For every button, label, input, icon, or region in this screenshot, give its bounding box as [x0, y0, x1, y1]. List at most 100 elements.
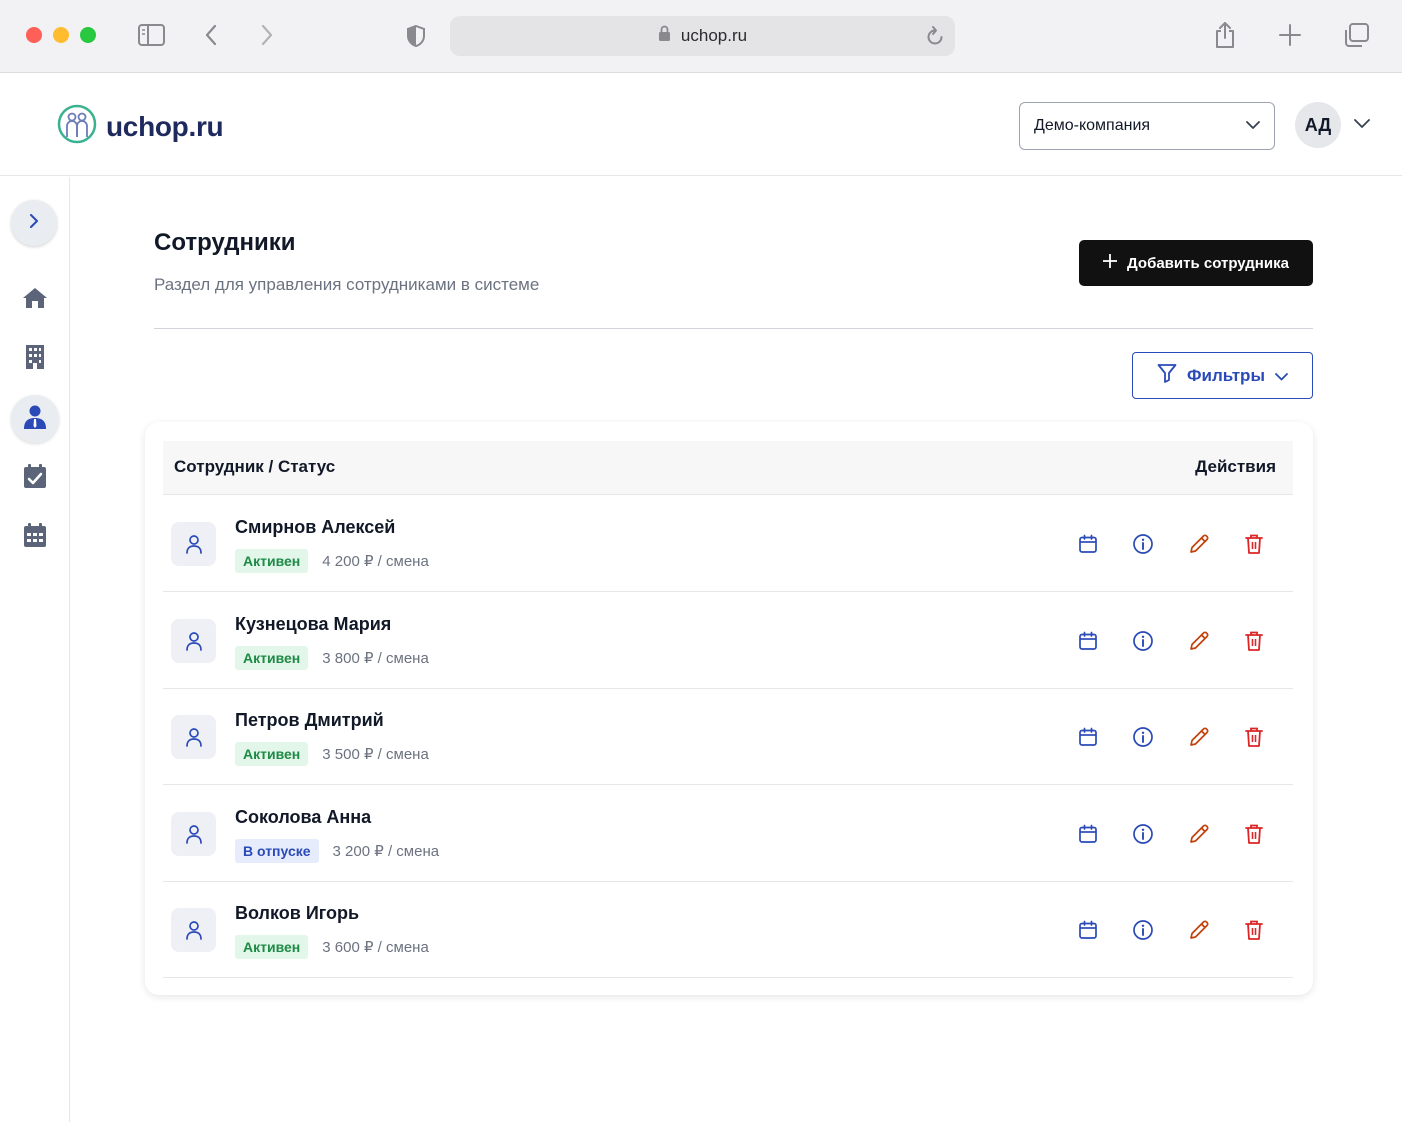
user-menu-chevron-icon[interactable]: [1354, 116, 1370, 134]
column-header-employee: Сотрудник / Статус: [174, 457, 336, 476]
info-icon[interactable]: [1131, 822, 1155, 846]
calendar-icon[interactable]: [1076, 629, 1100, 653]
close-window-button[interactable]: [26, 27, 42, 43]
trash-icon[interactable]: [1242, 629, 1266, 653]
table-header: Сотрудник / Статус Действия: [163, 441, 1293, 495]
trash-icon[interactable]: [1242, 822, 1266, 846]
user-avatar[interactable]: АД: [1295, 102, 1341, 148]
status-badge: Активен: [235, 935, 309, 959]
table-row[interactable]: Кузнецова Мария Активен 3 800 ₽ / смена: [163, 592, 1293, 689]
info-icon[interactable]: [1131, 918, 1155, 942]
table-row[interactable]: Петров Дмитрий Активен 3 500 ₽ / смена: [163, 688, 1293, 785]
employee-meta: В отпуске 3 200 ₽ / смена: [235, 838, 440, 863]
user-icon: [171, 522, 216, 566]
info-icon[interactable]: [1131, 532, 1155, 556]
chevron-down-icon: [1246, 117, 1260, 135]
sidebar-item-objects[interactable]: [11, 335, 59, 383]
user-icon: [171, 811, 216, 856]
trash-icon[interactable]: [1242, 725, 1266, 749]
company-select[interactable]: Демо-компания: [1019, 102, 1275, 150]
new-tab-icon[interactable]: [1278, 23, 1302, 47]
info-icon[interactable]: [1131, 725, 1155, 749]
employee-meta: Активен 3 500 ₽ / смена: [235, 742, 429, 766]
maximize-window-button[interactable]: [80, 27, 96, 43]
employee-meta: Активен 3 800 ₽ / смена: [235, 645, 429, 670]
status-badge: Активен: [235, 549, 309, 573]
filters-label: Фильтры: [1187, 365, 1265, 385]
building-icon: [24, 344, 46, 375]
filter-icon: [1157, 363, 1177, 388]
filters-button[interactable]: Фильтры: [1132, 352, 1313, 399]
tab-overview-icon[interactable]: [1343, 22, 1370, 48]
reload-icon[interactable]: [925, 25, 945, 52]
sidebar: [0, 177, 70, 1122]
info-icon[interactable]: [1131, 629, 1155, 653]
chevron-right-icon: [29, 213, 39, 233]
logo-text: uchop.ru: [106, 110, 224, 142]
table-row[interactable]: Смирнов Алексей Активен 4 200 ₽ / смена: [163, 495, 1293, 592]
calendar-icon[interactable]: [1076, 725, 1100, 749]
sidebar-toggle-icon[interactable]: [138, 24, 165, 46]
sidebar-item-employees[interactable]: [11, 395, 59, 443]
employee-meta: Активен 4 200 ₽ / смена: [235, 549, 429, 573]
page-title: Сотрудники: [154, 229, 296, 256]
employee-meta: Активен 3 600 ₽ / смена: [235, 935, 429, 959]
sidebar-item-shifts[interactable]: [11, 454, 59, 502]
shift-rate: 3 200 ₽ / смена: [332, 842, 440, 860]
column-header-actions: Действия: [1195, 457, 1276, 476]
calendar-icon[interactable]: [1076, 532, 1100, 556]
back-icon[interactable]: [203, 24, 219, 46]
shift-rate: 4 200 ₽ / смена: [322, 553, 429, 570]
minimize-window-button[interactable]: [53, 27, 69, 43]
app-header: uchop.ru Демо-компания АД: [0, 74, 1402, 176]
logo-icon: [57, 104, 97, 149]
status-badge: Активен: [235, 645, 309, 670]
header-divider: [154, 328, 1313, 329]
calendar-icon[interactable]: [1076, 822, 1100, 846]
edit-pencil-icon[interactable]: [1187, 725, 1211, 749]
lock-icon: [658, 25, 671, 47]
sidebar-item-home[interactable]: [11, 276, 59, 324]
employee-name: Кузнецова Мария: [235, 613, 392, 634]
company-select-value: Демо-компания: [1034, 117, 1151, 134]
address-bar[interactable]: uchop.ru: [450, 16, 955, 56]
shift-rate: 3 600 ₽ / смена: [322, 939, 429, 956]
employee-name: Смирнов Алексей: [235, 517, 396, 537]
chevron-down-icon: [1275, 366, 1288, 386]
trash-icon[interactable]: [1242, 918, 1266, 942]
edit-pencil-icon[interactable]: [1187, 822, 1211, 846]
url-text: uchop.ru: [680, 26, 748, 45]
calendar-icon[interactable]: [1076, 918, 1100, 942]
page-subtitle: Раздел для управления сотрудниками в сис…: [154, 275, 540, 294]
table-row[interactable]: Соколова Анна В отпуске 3 200 ₽ / смена: [163, 785, 1293, 882]
user-icon: [171, 908, 216, 952]
status-badge: В отпуске: [235, 838, 319, 863]
edit-pencil-icon[interactable]: [1187, 918, 1211, 942]
user-icon: [171, 715, 216, 759]
share-icon[interactable]: [1213, 21, 1237, 49]
edit-pencil-icon[interactable]: [1187, 629, 1211, 653]
plus-icon: [1103, 254, 1118, 272]
privacy-shield-icon[interactable]: [405, 24, 427, 48]
calendar-grid-icon: [23, 522, 47, 553]
sidebar-item-schedule[interactable]: [11, 513, 59, 561]
calendar-check-icon: [23, 463, 47, 494]
add-employee-label: Добавить сотрудника: [1127, 254, 1289, 272]
sidebar-expand-button[interactable]: [11, 200, 57, 246]
user-icon: [171, 618, 216, 663]
employee-name: Соколова Анна: [235, 806, 372, 827]
logo[interactable]: uchop.ru: [57, 104, 224, 149]
home-icon: [22, 286, 48, 315]
browser-toolbar: uchop.ru: [0, 0, 1402, 73]
forward-icon[interactable]: [259, 24, 275, 46]
edit-pencil-icon[interactable]: [1187, 532, 1211, 556]
employee-name: Волков Игорь: [235, 903, 360, 923]
add-employee-button[interactable]: Добавить сотрудника: [1079, 240, 1313, 286]
employee-name: Петров Дмитрий: [235, 710, 384, 730]
employees-table: Сотрудник / Статус Действия Смирнов Алек…: [145, 422, 1313, 995]
employee-icon: [23, 404, 47, 435]
shift-rate: 3 500 ₽ / смена: [322, 746, 429, 763]
table-row[interactable]: Волков Игорь Активен 3 600 ₽ / смена: [163, 881, 1293, 978]
trash-icon[interactable]: [1242, 532, 1266, 556]
status-badge: Активен: [235, 742, 309, 766]
